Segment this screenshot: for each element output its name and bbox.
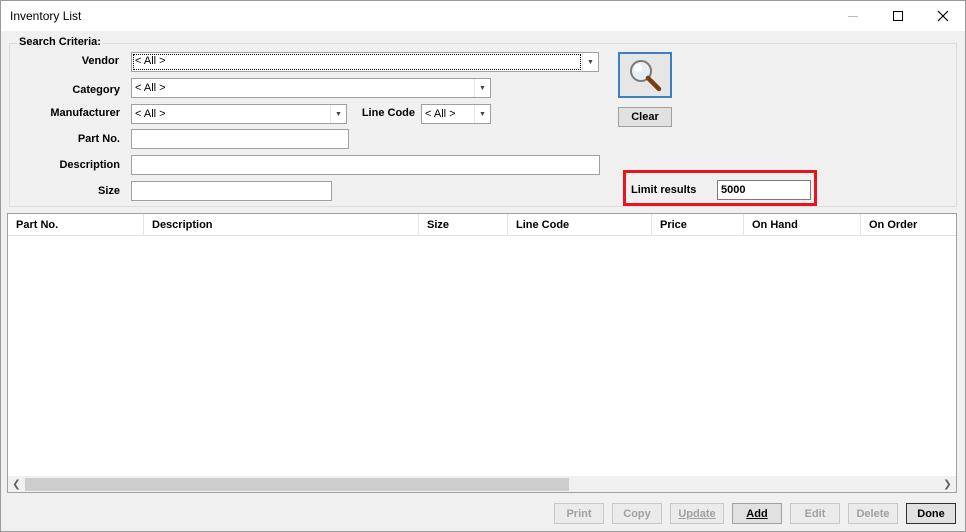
results-grid[interactable]: Part No. Description Size Line Code Pric…: [7, 213, 957, 493]
limit-results-value: 5000: [721, 184, 746, 196]
column-header-size[interactable]: Size: [419, 214, 508, 236]
inventory-list-window: Inventory List Search Criteria: Vendor <…: [0, 0, 966, 532]
column-header-on-hand[interactable]: On Hand: [744, 214, 861, 236]
horizontal-scrollbar[interactable]: ❮ ❯: [8, 476, 956, 492]
maximize-button[interactable]: [875, 1, 921, 31]
column-header-description[interactable]: Description: [144, 214, 419, 236]
part-no-label: Part No.: [77, 133, 120, 145]
column-header-price[interactable]: Price: [652, 214, 744, 236]
magnifier-icon: [630, 60, 662, 92]
scrollbar-thumb[interactable]: [25, 478, 569, 491]
size-field[interactable]: [131, 181, 332, 201]
line-code-label: Line Code: [361, 107, 415, 119]
copy-button[interactable]: Copy: [612, 503, 662, 524]
limit-results-field[interactable]: 5000: [717, 180, 811, 200]
close-button[interactable]: [920, 1, 966, 31]
description-field[interactable]: [131, 155, 600, 175]
scroll-right-icon[interactable]: ❯: [939, 476, 956, 492]
category-value: < All >: [135, 82, 166, 94]
column-header-part-no[interactable]: Part No.: [8, 214, 144, 236]
description-label: Description: [59, 159, 120, 171]
vendor-label: Vendor: [81, 55, 119, 67]
scroll-left-icon[interactable]: ❮: [8, 476, 25, 492]
column-header-on-order[interactable]: On Order: [861, 214, 956, 236]
clear-button[interactable]: Clear: [618, 107, 672, 127]
category-combo[interactable]: < All > ▼: [131, 78, 491, 98]
line-code-combo[interactable]: < All > ▼: [421, 104, 491, 124]
manufacturer-value: < All >: [135, 108, 166, 120]
manufacturer-label: Manufacturer: [50, 107, 120, 119]
search-criteria-legend: Search Criteria:: [17, 36, 103, 48]
add-button[interactable]: Add: [732, 503, 782, 524]
minimize-icon: [848, 15, 858, 17]
title-bar: Inventory List: [1, 1, 965, 31]
line-code-value: < All >: [425, 108, 456, 120]
grid-header: Part No. Description Size Line Code Pric…: [8, 214, 956, 236]
part-no-field[interactable]: [131, 129, 349, 149]
chevron-down-icon[interactable]: ▼: [474, 79, 490, 97]
update-button[interactable]: Update: [670, 503, 724, 524]
manufacturer-combo[interactable]: < All > ▼: [131, 104, 347, 124]
chevron-down-icon[interactable]: ▼: [474, 105, 490, 123]
delete-button[interactable]: Delete: [848, 503, 898, 524]
window-title: Inventory List: [10, 9, 82, 23]
vendor-value: < All >: [133, 54, 581, 70]
chevron-down-icon[interactable]: ▼: [330, 105, 346, 123]
search-button[interactable]: [618, 52, 672, 98]
category-label: Category: [72, 84, 120, 96]
vendor-combo[interactable]: < All > ▼: [131, 52, 599, 72]
edit-button[interactable]: Edit: [790, 503, 840, 524]
column-header-line-code[interactable]: Line Code: [508, 214, 652, 236]
done-button[interactable]: Done: [906, 503, 956, 524]
print-button[interactable]: Print: [554, 503, 604, 524]
limit-results-label: Limit results: [631, 184, 697, 196]
size-label: Size: [97, 185, 120, 197]
maximize-icon: [893, 11, 903, 21]
chevron-down-icon[interactable]: ▼: [582, 53, 598, 71]
close-icon: [937, 10, 949, 22]
minimize-button[interactable]: [830, 1, 876, 31]
